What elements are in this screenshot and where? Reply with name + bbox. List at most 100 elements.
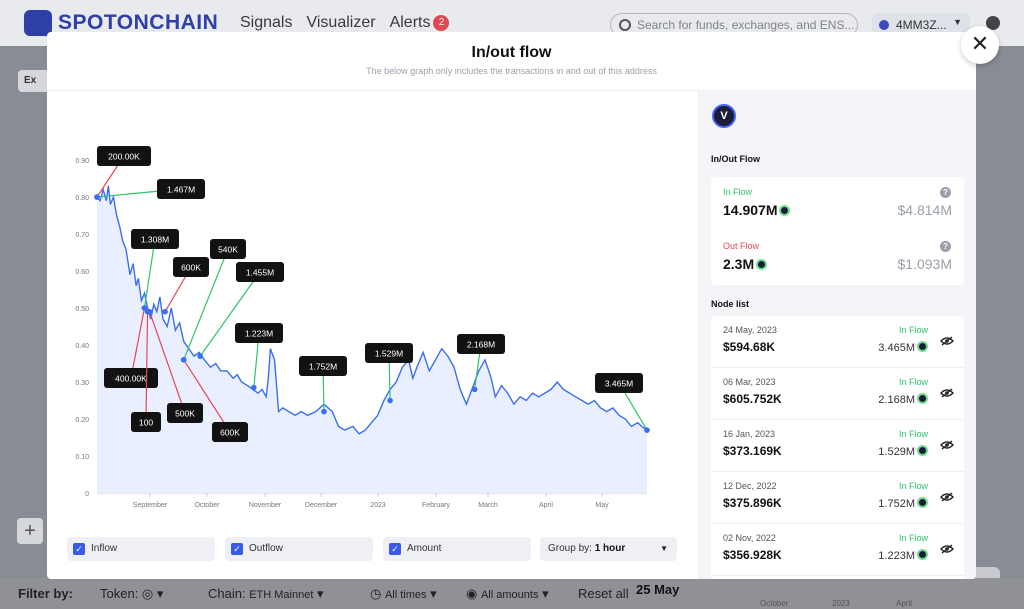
flow-summary-panel: V In/Out Flow In Flow ? 14.907M $4.814M … [698,91,976,579]
checkbox-checked-icon: ✓ [389,543,401,555]
list-item[interactable]: 16 Jan, 2023 $373.169K In Flow 1.529M [711,420,964,472]
token-icon [779,205,791,216]
help-icon[interactable]: ? [940,187,951,198]
zoom-in-button[interactable]: + [17,518,43,544]
list-item[interactable]: 24 May, 2023 $594.68K In Flow 3.465M [711,316,964,368]
annotation-label: 1.467M [167,185,195,195]
background-axis-label: April [896,599,913,608]
node-date: 16 Jan, 2023 [723,429,776,439]
annotation-label: 2.168M [467,340,495,350]
x-tick-label: April [539,502,553,509]
node-amount: 1.529M [878,445,928,458]
annotation-point [146,308,153,315]
node-direction: In Flow [898,377,928,387]
filter-bar: Filter by: Token: ◎ ▾ Chain: ETH Mainnet… [0,578,1024,609]
hide-eye-icon[interactable] [940,388,954,398]
time-filter[interactable]: ◷ All times ▾ [370,586,437,602]
y-tick-label: 0.90 [75,158,89,165]
amount-filter[interactable]: ◉ All amounts ▾ [466,586,549,602]
inflow-toggle[interactable]: ✓ Inflow [67,537,215,561]
chain-filter-value: ETH Mainnet [249,589,314,601]
main-nav: Signals Visualizer Alerts 2 [240,14,450,32]
node-usd: $594.68K [723,340,776,354]
node-direction: In Flow [898,481,928,491]
node-usd: $605.752K [723,392,782,406]
node-amount: 1.752M [878,497,928,510]
list-item[interactable]: 02 Nov, 2022 $356.928K In Flow 1.223M [711,524,964,576]
background-axis-label: 2023 [832,599,850,608]
annotation-point [180,357,187,363]
search-icon [619,19,631,31]
annotation-connector [199,271,261,357]
group-by-select[interactable]: Group by: 1 hour ▼ [540,537,677,561]
token-filter[interactable]: Token: ◎ ▾ [100,586,163,602]
chevron-down-icon: ▼ [660,544,668,553]
x-tick-label: 2023 [370,502,386,509]
node-amount-value: 1.529M [878,446,915,458]
checkbox-checked-icon: ✓ [231,543,243,555]
inflow-toggle-label: Inflow [91,543,118,554]
x-tick-label: May [595,502,609,509]
in-flow-usd: $4.814M [897,202,952,218]
node-direction: In Flow [898,325,928,335]
annotation-point [471,386,478,393]
checkbox-checked-icon: ✓ [73,543,85,555]
token-filter-label: Token: [100,586,139,601]
token-icon [917,393,928,404]
filter-label: Filter by: [18,586,73,601]
y-tick-label: 0.50 [75,306,89,313]
x-axis: September October November December 2023 Febr… [133,493,609,509]
node-date: 02 Nov, 2022 [723,533,776,543]
hide-eye-icon[interactable] [940,492,954,502]
y-tick-label: 0.80 [75,195,89,202]
close-button[interactable]: ✕ [961,26,999,64]
token-icon [917,497,928,508]
out-flow-amount-value: 2.3M [723,256,755,272]
group-by-value: 1 hour [594,543,626,554]
x-tick-label: October [195,502,221,509]
annotation-label: 200.00K [108,152,140,162]
x-tick-label: November [249,502,282,509]
node-amount-value: 2.168M [878,394,915,406]
annotation-point [197,353,203,359]
hide-eye-icon[interactable] [940,544,954,554]
flow-chart[interactable]: 200.00K 1.467M 1.308M 600K 540K 1.455M 1.223M 4… [47,92,697,532]
annotation-label: 1.752M [309,362,337,372]
background-axis-label: October [760,599,789,608]
hide-eye-icon[interactable] [940,440,954,450]
amount-filter-value: All amounts [480,589,539,601]
alerts-badge: 2 [433,15,450,31]
amount-toggle[interactable]: ✓ Amount [383,537,531,561]
x-tick-label: February [422,502,451,509]
hide-eye-icon[interactable] [940,336,954,346]
annotation-label: 400.00K [115,374,147,384]
token-icon [917,341,928,352]
modal-title: In/out flow [471,44,552,61]
list-item[interactable]: 12 Dec, 2022 $375.896K In Flow 1.752M [711,472,964,524]
outflow-toggle[interactable]: ✓ Outflow [225,537,373,561]
help-icon[interactable]: ? [940,241,951,252]
node-date: 06 Mar, 2023 [723,377,776,387]
reset-all-button[interactable]: Reset all [578,586,629,601]
out-flow-label: Out Flow [723,241,760,251]
list-item[interactable]: 06 Mar, 2023 $605.752K In Flow 2.168M [711,368,964,420]
chain-filter[interactable]: Chain: ETH Mainnet ▾ [208,586,324,602]
account-avatar [879,20,889,30]
y-tick-label: 0.10 [75,454,89,461]
node-usd: $375.896K [723,496,782,510]
x-tick-label: September [133,502,168,509]
annotation-point [251,384,257,391]
node-direction: In Flow [898,429,928,439]
annotation-label: 500K [175,409,195,419]
annotation-label: 1.455M [246,268,274,278]
annotation-label: 600K [220,428,240,438]
in-out-flow-modal: In/out flow The below graph only include… [47,32,976,579]
nav-signals[interactable]: Signals [240,14,292,32]
flow-summary-card: In Flow ? 14.907M $4.814M Out Flow ? 2.3… [711,177,964,285]
node-usd: $356.928K [723,548,782,562]
y-tick-label: 0.40 [75,343,89,350]
out-flow-usd: $1.093M [897,256,952,272]
annotation-label: 540K [218,245,238,255]
nav-visualizer[interactable]: Visualizer [306,14,375,32]
nav-alerts[interactable]: Alerts 2 [390,14,450,32]
